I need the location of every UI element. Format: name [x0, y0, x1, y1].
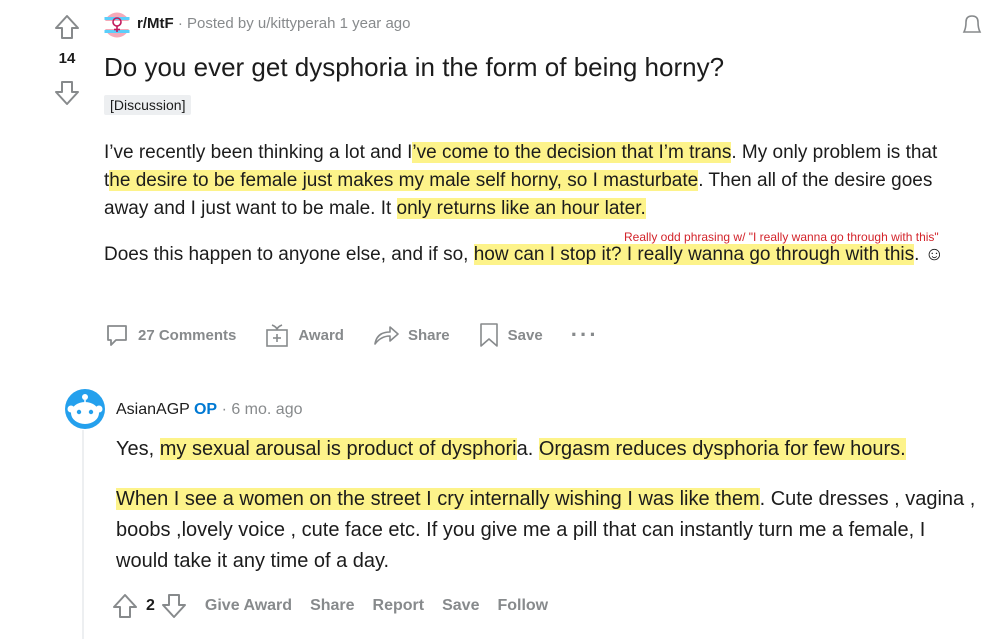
more-options-button[interactable]: ··· [571, 324, 599, 346]
posted-by[interactable]: · Posted by u/kittyperah 1 year ago [178, 15, 411, 32]
post-vote-count: 14 [58, 50, 76, 67]
text-segment: Yes, [116, 438, 160, 460]
comment-author[interactable]: AsianAGP [116, 401, 190, 418]
save-label: Save [507, 326, 543, 344]
text-segment: I’ve recently been thinking a lot and I [104, 142, 413, 163]
post-paragraph-2: Does this happen to anyone else, and if … [104, 241, 964, 269]
award-button[interactable]: Award [264, 322, 344, 348]
post-action-bar: 27 Comments Award Share Save ··· [104, 318, 627, 352]
comment-meta: AsianAGP OP · 6 mo. ago [116, 401, 303, 419]
highlighted-text: ’ve come to the decision that I’m trans [412, 142, 732, 163]
subreddit-name[interactable]: r/MtF [137, 15, 174, 32]
comments-button[interactable]: 27 Comments [104, 322, 236, 348]
give-award-button[interactable]: Give Award [205, 597, 292, 615]
gift-icon [266, 324, 289, 347]
comments-label: 27 Comments [138, 326, 237, 344]
comment-action-bar: 2 Give Award Share Report Save Follow [112, 590, 548, 622]
follow-button[interactable]: Follow [497, 597, 548, 615]
highlighted-text: my sexual arousal is product of dysphori [159, 438, 517, 460]
text-segment: . ☺ [914, 244, 945, 265]
share-button[interactable]: Share [372, 322, 450, 348]
highlighted-text: only returns like an hour later. [396, 198, 646, 219]
highlighted-text: he desire to be female just makes my mal… [109, 170, 699, 191]
op-badge: OP [193, 401, 218, 418]
comment-downvote-icon[interactable] [161, 593, 187, 619]
text-segment: Does this happen to anyone else, and if … [104, 244, 474, 265]
text-segment: a. [516, 438, 539, 460]
comment-icon [107, 325, 127, 346]
comment-thread-line[interactable] [82, 430, 84, 639]
save-button[interactable]: Save [478, 322, 543, 348]
highlighted-text: how can I stop it? I really wanna go thr… [473, 244, 915, 265]
comment-share-button[interactable]: Share [310, 597, 354, 615]
bell-icon[interactable] [958, 12, 982, 38]
highlighted-text: Orgasm reduces dysphoria for few hours. [538, 438, 906, 460]
comment-paragraph-2: When I see a women on the street I cry i… [116, 484, 976, 577]
comment-save-button[interactable]: Save [442, 597, 479, 615]
user-avatar-icon[interactable] [64, 388, 106, 430]
post-meta: r/MtF · Posted by u/kittyperah 1 year ag… [137, 15, 410, 32]
bookmark-icon [479, 323, 498, 347]
post-paragraph-1: I’ve recently been thinking a lot and I’… [104, 139, 964, 223]
subreddit-avatar-icon[interactable] [104, 12, 130, 38]
downvote-icon[interactable] [54, 80, 80, 106]
share-arrow-icon [374, 326, 399, 345]
share-label: Share [407, 326, 450, 344]
post-flair[interactable]: [Discussion] [104, 95, 192, 115]
comment-vote-count: 2 [146, 597, 155, 614]
comment-upvote-icon[interactable] [112, 593, 138, 619]
highlighted-text: When I see a women on the street I cry i… [116, 488, 760, 510]
award-label: Award [298, 326, 344, 344]
report-button[interactable]: Report [373, 597, 425, 615]
comment-paragraph-1: Yes, my sexual arousal is product of dys… [116, 434, 976, 465]
upvote-icon[interactable] [54, 14, 80, 40]
post-title[interactable]: Do you ever get dysphoria in the form of… [104, 52, 724, 83]
comment-time[interactable]: · 6 mo. ago [222, 401, 303, 418]
